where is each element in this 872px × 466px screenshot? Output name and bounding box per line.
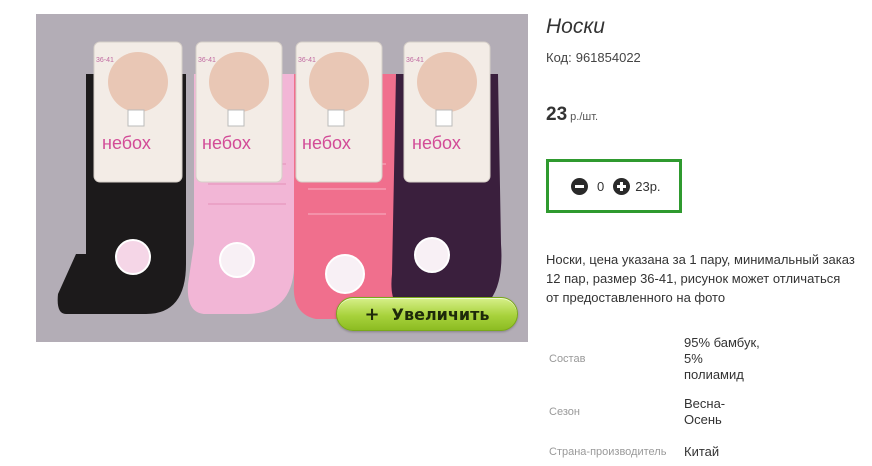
spec-row: Страна-производитель Китай	[546, 432, 761, 466]
specs-table: Состав 95% бамбук, 5% полиамид Сезон Вес…	[546, 326, 761, 466]
code-value: 961854022	[575, 50, 641, 65]
spec-value: Китай	[684, 444, 720, 459]
spec-value: 95% бамбук, 5% полиамид	[684, 335, 760, 382]
brand-logo-4: небох	[412, 133, 461, 153]
quantity-value[interactable]: 0	[597, 179, 604, 194]
product-description: Носки, цена указана за 1 пару, минимальн…	[546, 252, 855, 305]
spec-key: Состав	[549, 352, 586, 365]
spec-row: Состав 95% бамбук, 5% полиамид	[546, 326, 761, 392]
sticker-4	[414, 237, 450, 273]
price-unit: р./шт.	[570, 111, 599, 123]
product-title: Носки	[546, 15, 605, 38]
zoom-button[interactable]: + Увеличить	[336, 297, 518, 331]
price-value: 23	[546, 104, 568, 125]
brand-logo-2: небох	[202, 133, 251, 153]
zoom-label: Увеличить	[391, 304, 490, 324]
plus-circle-icon[interactable]	[613, 177, 631, 195]
spec-row: Сезон Весна-Осень	[546, 392, 761, 432]
product-photo[interactable]: небох небох небох небох 36-41 36-41 36-4…	[36, 14, 528, 342]
sticker-3	[325, 254, 365, 294]
quantity-stepper: 0 23р.	[546, 159, 682, 213]
spec-key: Сезон	[549, 405, 580, 418]
size-tag-1: 36-41	[96, 57, 114, 64]
size-tag-4: 36-41	[406, 57, 424, 64]
size-tag-3: 36-41	[298, 57, 316, 64]
quantity-sum: 23р.	[635, 178, 661, 194]
plus-icon: +	[364, 303, 380, 325]
sticker-2	[219, 242, 255, 278]
brand-logo-3: небох	[302, 133, 351, 153]
sticker-1	[115, 239, 151, 275]
socks-image: небох небох небох небох 36-41 36-41 36-4…	[57, 41, 502, 319]
spec-key: Страна-производитель	[549, 445, 667, 458]
spec-value: Весна-Осень	[684, 396, 726, 427]
price: 23 р./шт.	[546, 104, 598, 126]
size-tag-2: 36-41	[198, 57, 216, 64]
code-label: Код:	[546, 50, 572, 65]
minus-icon[interactable]	[571, 177, 588, 195]
brand-logo-1: небох	[102, 133, 151, 153]
product-code: Код: 961854022	[546, 50, 641, 65]
